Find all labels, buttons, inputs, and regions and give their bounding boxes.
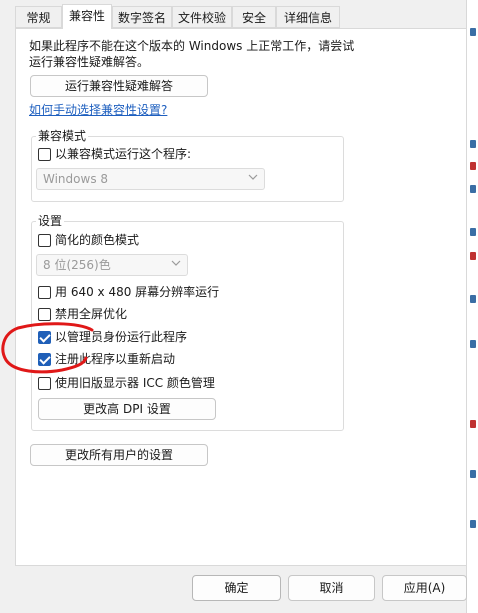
background-mark [470, 28, 476, 36]
cancel-button[interactable]: 取消 [288, 575, 375, 601]
res-640-checkbox[interactable] [38, 286, 51, 299]
annotation-circle [1, 322, 94, 374]
manual-compat-settings-link[interactable]: 如何手动选择兼容性设置? [29, 102, 167, 118]
tab-compatibility[interactable]: 兼容性 [62, 4, 112, 29]
background-window-strip [466, 0, 478, 613]
color-depth-value: 8 位(256)色 [43, 258, 111, 272]
tab-general[interactable]: 常规 [15, 6, 62, 28]
ok-button[interactable]: 确定 [192, 575, 281, 601]
res-640-label: 用 640 x 480 屏幕分辨率运行 [55, 285, 220, 299]
background-mark [470, 295, 476, 303]
compat-mode-checkbox[interactable] [38, 148, 51, 161]
tab-digital-signatures[interactable]: 数字签名 [112, 6, 172, 28]
tab-file-checksum[interactable]: 文件校验 [172, 6, 232, 28]
run-troubleshooter-button[interactable]: 运行兼容性疑难解答 [30, 75, 208, 97]
compat-os-dropdown[interactable]: Windows 8 [36, 168, 265, 190]
compat-os-value: Windows 8 [43, 172, 109, 186]
chevron-down-icon [248, 174, 258, 180]
settings-title: 设置 [36, 214, 65, 228]
change-all-users-settings-button[interactable]: 更改所有用户的设置 [30, 444, 208, 466]
reduced-color-checkbox[interactable] [38, 234, 51, 247]
background-mark [470, 420, 476, 428]
legacy-icc-checkbox[interactable] [38, 377, 51, 390]
background-mark [470, 228, 476, 236]
background-mark [470, 340, 476, 348]
background-mark [470, 140, 476, 148]
background-mark [470, 252, 476, 260]
intro-text-line2: 运行兼容性疑难解答。 [29, 55, 150, 69]
background-mark [470, 470, 476, 478]
compat-mode-title: 兼容模式 [36, 129, 89, 143]
chevron-down-icon [171, 260, 181, 266]
tab-details[interactable]: 详细信息 [276, 6, 340, 28]
compat-mode-label: 以兼容模式运行这个程序: [55, 147, 192, 161]
background-mark [470, 185, 476, 193]
tab-security[interactable]: 安全 [232, 6, 276, 28]
change-high-dpi-button[interactable]: 更改高 DPI 设置 [38, 398, 216, 420]
intro-text-line1: 如果此程序不能在这个版本的 Windows 上正常工作，请尝试 [29, 39, 355, 53]
reduced-color-label: 简化的颜色模式 [55, 233, 140, 247]
color-depth-dropdown[interactable]: 8 位(256)色 [36, 254, 188, 276]
apply-button[interactable]: 应用(A) [382, 575, 467, 601]
background-mark [470, 162, 476, 170]
background-mark [470, 520, 476, 528]
